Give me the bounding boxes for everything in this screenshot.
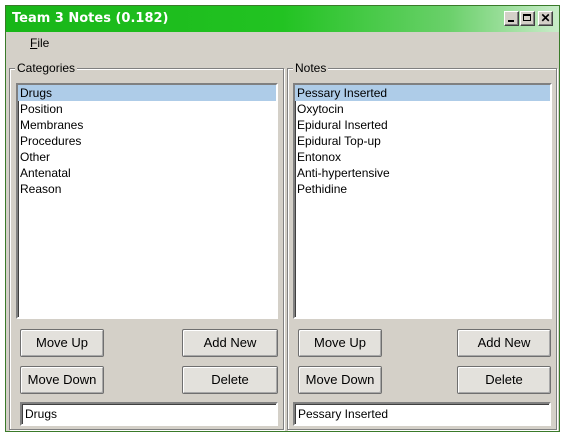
- categories-list-item[interactable]: Drugs: [18, 85, 276, 101]
- notes-move-up-button[interactable]: Move Up: [298, 329, 382, 357]
- categories-move-up-button[interactable]: Move Up: [20, 329, 104, 357]
- menu-file[interactable]: File: [30, 36, 49, 50]
- window-title: Team 3 Notes (0.182): [12, 11, 169, 26]
- categories-move-down-button[interactable]: Move Down: [20, 366, 104, 394]
- categories-name-input[interactable]: Drugs: [20, 402, 278, 426]
- categories-add-new-button[interactable]: Add New: [182, 329, 278, 357]
- app-window: Team 3 Notes (0.182) ✕ File Categories D…: [5, 5, 560, 432]
- notes-move-down-button[interactable]: Move Down: [298, 366, 382, 394]
- notes-delete-button[interactable]: Delete: [457, 366, 551, 394]
- close-glyph: ✕: [540, 11, 551, 25]
- categories-list-item[interactable]: Other: [18, 149, 276, 165]
- categories-list-item[interactable]: Position: [18, 101, 276, 117]
- categories-list-item[interactable]: Antenatal: [18, 165, 276, 181]
- categories-list-item[interactable]: Procedures: [18, 133, 276, 149]
- title-bar[interactable]: Team 3 Notes (0.182) ✕: [6, 6, 559, 32]
- categories-group: Categories Drugs Position Membranes Proc…: [9, 61, 284, 430]
- notes-list-item[interactable]: Oxytocin: [295, 101, 550, 117]
- categories-legend: Categories: [15, 61, 78, 75]
- notes-list-item[interactable]: Pethidine: [295, 181, 550, 197]
- notes-legend: Notes: [293, 61, 329, 75]
- notes-list-item[interactable]: Epidural Top-up: [295, 133, 550, 149]
- menu-bar: File: [6, 32, 559, 54]
- categories-list-item[interactable]: Reason: [18, 181, 276, 197]
- categories-list-item[interactable]: Membranes: [18, 117, 276, 133]
- close-icon[interactable]: ✕: [538, 11, 553, 26]
- notes-list[interactable]: Pessary Inserted Oxytocin Epidural Inser…: [293, 83, 552, 319]
- categories-delete-button[interactable]: Delete: [182, 366, 278, 394]
- maximize-icon[interactable]: [520, 11, 535, 26]
- notes-list-item[interactable]: Entonox: [295, 149, 550, 165]
- notes-name-input[interactable]: Pessary Inserted: [293, 402, 551, 426]
- notes-list-item[interactable]: Pessary Inserted: [295, 85, 550, 101]
- minimize-icon[interactable]: [504, 11, 519, 26]
- notes-list-item[interactable]: Epidural Inserted: [295, 117, 550, 133]
- notes-group: Notes Pessary Inserted Oxytocin Epidural…: [287, 61, 557, 430]
- notes-add-new-button[interactable]: Add New: [457, 329, 551, 357]
- notes-list-item[interactable]: Anti-hypertensive: [295, 165, 550, 181]
- categories-list[interactable]: Drugs Position Membranes Procedures Othe…: [16, 83, 278, 319]
